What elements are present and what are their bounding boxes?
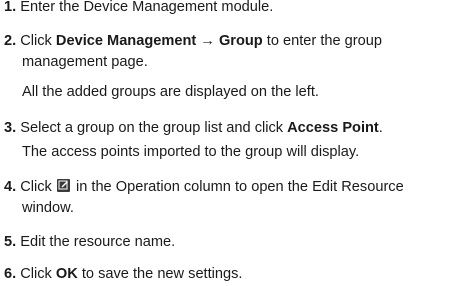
step-6: 6. Click OK to save the new settings. bbox=[4, 264, 464, 285]
edit-icon bbox=[56, 179, 70, 192]
step-text: Enter the Device Management module. bbox=[20, 0, 274, 15]
step-text-pre: Select a group on the group list and cli… bbox=[20, 120, 288, 136]
step-3-result: The access points imported to the group … bbox=[22, 144, 360, 160]
step-text-pre: Click bbox=[20, 179, 56, 195]
step-text-post: in the Operation column to open the Edit… bbox=[71, 179, 404, 195]
step-text-post: . bbox=[378, 120, 383, 136]
step-4: 4. Click in the Operation column to open… bbox=[4, 177, 464, 198]
step-text-post: to enter the group bbox=[262, 33, 382, 49]
step-number: 4. bbox=[4, 179, 17, 195]
step-3: 3. Select a group on the group list and … bbox=[4, 118, 464, 139]
access-point-label: Access Point bbox=[287, 120, 379, 136]
step-number: 1. bbox=[4, 0, 17, 15]
step-2-result: All the added groups are displayed on th… bbox=[22, 84, 319, 100]
step-number: 3. bbox=[4, 120, 17, 136]
step-number: 6. bbox=[4, 266, 17, 282]
step-2: 2. Click Device Management → Group to en… bbox=[4, 31, 464, 52]
step-text-post: to save the new settings. bbox=[77, 266, 243, 282]
step-text: Edit the resource name. bbox=[20, 234, 176, 250]
step-2-continuation: management page. bbox=[22, 54, 148, 70]
step-number: 5. bbox=[4, 234, 17, 250]
step-number: 2. bbox=[4, 33, 17, 49]
menu-path: Device Management → Group bbox=[55, 33, 263, 49]
procedure-steps: 1. Enter the Device Management module. 2… bbox=[0, 0, 468, 286]
ok-label: OK bbox=[55, 266, 78, 282]
step-5: 5. Edit the resource name. bbox=[4, 232, 464, 253]
step-1: 1. Enter the Device Management module. bbox=[4, 0, 464, 18]
step-4-continuation: window. bbox=[22, 200, 74, 216]
step-text-pre: Click bbox=[20, 33, 56, 49]
step-text-pre: Click bbox=[20, 266, 56, 282]
